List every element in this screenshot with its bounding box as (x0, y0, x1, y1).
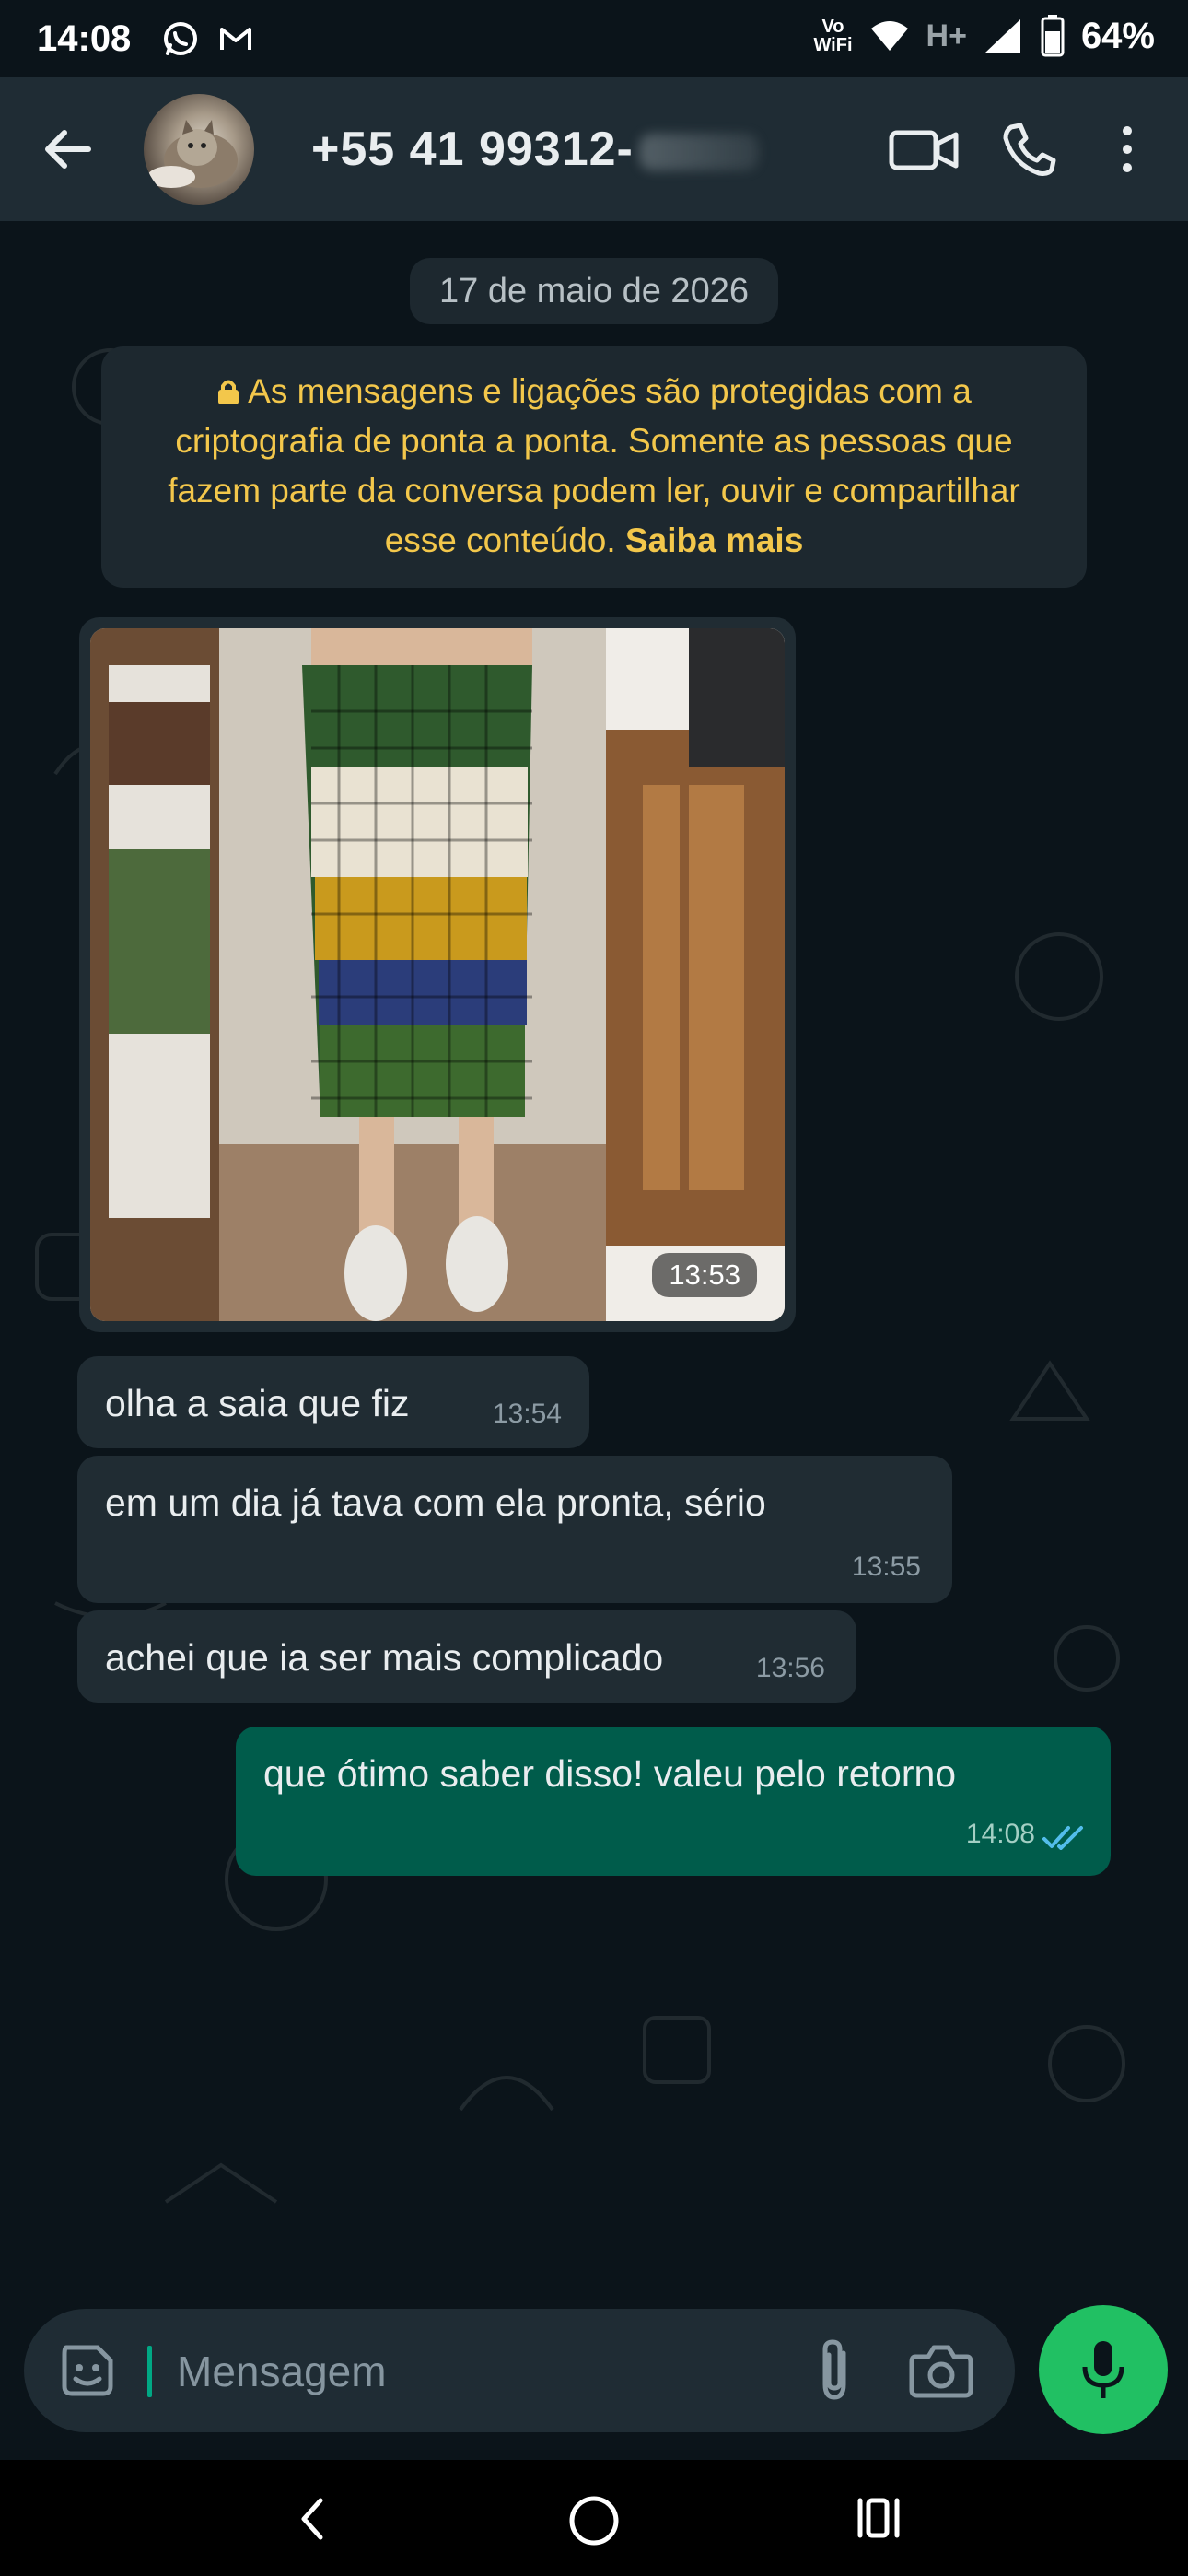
chat-header: +55 41 99312- (0, 77, 1188, 221)
saiba-mais-link[interactable]: Saiba mais (625, 521, 803, 559)
e2e-notice[interactable]: As mensagens e ligações são protegidas c… (101, 346, 1087, 588)
vowifi-bottom: WiFi (813, 35, 853, 55)
contact-number: +55 41 99312- (311, 123, 634, 176)
attach-icon[interactable] (809, 2336, 864, 2406)
read-ticks-icon (1042, 1826, 1083, 1850)
message-time: 14:08 (965, 1819, 1035, 1849)
nav-home-icon[interactable] (568, 2495, 620, 2547)
camera-icon[interactable] (908, 2340, 974, 2401)
message-text: que ótimo saber disso! valeu pelo retorn… (263, 1752, 957, 1795)
back-arrow-icon[interactable] (37, 118, 99, 181)
signal-icon (984, 19, 1020, 53)
message-time: 13:54 (492, 1399, 562, 1429)
message-text: achei que ia ser mais complicado (105, 1636, 664, 1679)
battery-percent: 64% (1080, 15, 1155, 56)
message-bubble[interactable]: achei que ia ser mais complicado 13:56 (77, 1610, 856, 1703)
image-message[interactable]: 13:53 (79, 617, 796, 1332)
date-chip: 17 de maio de 2026 (410, 258, 778, 324)
lock-icon (218, 380, 239, 404)
mic-icon (1082, 2341, 1124, 2398)
whatsapp-icon (164, 22, 197, 55)
message-time: 13:56 (755, 1653, 825, 1683)
status-app-icons (162, 20, 254, 57)
wifi-icon (870, 21, 908, 51)
vowifi-top: Vo (821, 17, 844, 37)
video-call-icon[interactable] (888, 118, 961, 181)
contact-avatar[interactable] (144, 94, 254, 205)
photo-skirt-image (90, 628, 785, 1321)
gmail-icon (220, 28, 251, 50)
message-input[interactable] (175, 2336, 805, 2406)
more-vert-icon[interactable] (1105, 118, 1149, 181)
status-bar: 14:08 Vo WiFi H+ 64% (0, 0, 1188, 77)
message-time: 13:55 (851, 1551, 921, 1582)
contact-name[interactable]: +55 41 99312- (311, 122, 759, 177)
image-time: 13:53 (652, 1253, 757, 1297)
message-input-bar (24, 2309, 1015, 2432)
sticker-icon[interactable] (57, 2340, 118, 2401)
text-cursor (147, 2346, 152, 2397)
phone-icon[interactable] (998, 118, 1061, 181)
status-right: Vo WiFi H+ 64% (813, 15, 1155, 57)
e2e-notice-text: As mensagens e ligações são protegidas c… (168, 372, 1020, 559)
nav-recent-icon[interactable] (855, 2495, 901, 2541)
system-nav-bar (0, 2460, 1188, 2576)
message-bubble[interactable]: em um dia já tava com ela pronta, sério … (77, 1456, 952, 1603)
outgoing-message-bubble[interactable]: que ótimo saber disso! valeu pelo retorn… (236, 1727, 1111, 1876)
avatar-photo (147, 120, 238, 188)
redacted-number-blur (638, 134, 759, 171)
nav-back-icon[interactable] (293, 2491, 330, 2547)
status-time: 14:08 (37, 18, 132, 59)
message-bubble[interactable]: olha a saia que fiz 13:54 (77, 1356, 589, 1448)
mic-button[interactable] (1039, 2305, 1168, 2434)
chat-area[interactable]: 17 de maio de 2026 As mensagens e ligaçõ… (0, 221, 1188, 2307)
message-photo[interactable]: 13:53 (90, 628, 785, 1321)
network-type: H+ (926, 18, 967, 53)
message-text: olha a saia que fiz (105, 1382, 410, 1424)
message-text: em um dia já tava com ela pronta, sério (105, 1481, 766, 1524)
vowifi-indicator: Vo WiFi (813, 18, 852, 54)
battery-icon (1041, 15, 1065, 57)
